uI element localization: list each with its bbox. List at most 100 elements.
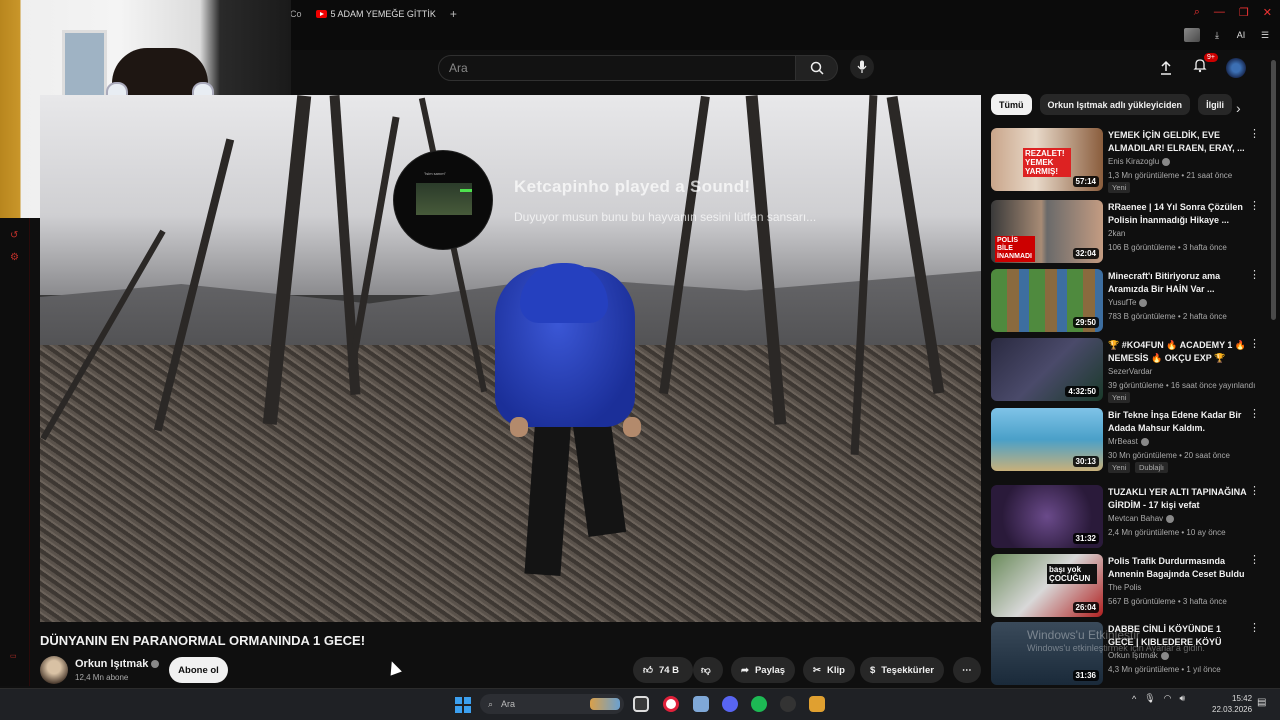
- more-vert-icon[interactable]: ⋮: [1249, 339, 1260, 350]
- video-duration: 30:13: [1072, 456, 1099, 467]
- sound-alert-thumbnail: "isim sanım": [393, 150, 493, 250]
- recommendation-channel: YusufTe: [1108, 298, 1148, 307]
- wifi-icon[interactable]: ◠: [1164, 693, 1172, 704]
- recommendation-item[interactable]: REZALET! YEMEK YARMIŞ! 57:14 YEMEK İÇİN …: [991, 128, 1261, 193]
- channel-name-text: Orkun Işıtmak: [75, 658, 149, 670]
- sound-alert-title: Ketcapinho played a Sound!: [514, 177, 751, 196]
- like-button[interactable]: 👍︎ 74 B: [633, 657, 693, 683]
- recommendation-channel: MrBeast: [1108, 437, 1149, 446]
- opera-icon[interactable]: [663, 696, 679, 712]
- new-tab-button[interactable]: +: [450, 7, 457, 21]
- chip-related[interactable]: İlgili: [1198, 94, 1233, 115]
- menu-icon[interactable]: ☰: [1258, 28, 1272, 42]
- recommendation-meta: 106 B görüntüleme • 3 hafta önce: [1108, 243, 1227, 252]
- taskbar-search[interactable]: ⌕ Ara: [480, 694, 624, 714]
- tab-prefix-fragment[interactable]: Co: [290, 9, 302, 19]
- search-icon: ⌕: [488, 698, 494, 709]
- download-icon[interactable]: ⤓: [1210, 28, 1224, 42]
- notification-center-icon[interactable]: ▤: [1257, 697, 1266, 708]
- verified-icon: [151, 660, 160, 669]
- activation-watermark-title: Windows'u Etkinleştir: [1027, 628, 1140, 642]
- volume-icon[interactable]: 🔊︎: [1180, 693, 1186, 704]
- microphone-icon[interactable]: 🎙︎: [1144, 693, 1155, 704]
- clock-time: 15:42: [1232, 694, 1253, 703]
- recommendation-title: Polis Trafik Durdurmasında Annenin Bagaj…: [1108, 556, 1245, 579]
- notifications-button[interactable]: 9+: [1192, 53, 1218, 78]
- thumbnail-text: REZALET! YEMEK YARMIŞ!: [1023, 148, 1071, 177]
- notification-badge: 9+: [1204, 53, 1218, 62]
- recommendation-item[interactable]: POLİS BİLE İNANMADI 32:04 RRaenee | 14 Y…: [991, 200, 1261, 264]
- recommendation-item[interactable]: 29:50 Minecraft'ı Bitiriyoruz ama Aramız…: [991, 269, 1261, 333]
- thanks-label: Teşekkürler: [881, 664, 934, 676]
- more-vert-icon[interactable]: ⋮: [1249, 555, 1260, 566]
- tab-strip: Co 5 ADAM YEMEĞE GİTTİK +: [290, 0, 457, 28]
- profile-thumbnail[interactable]: [1184, 28, 1200, 42]
- tab-youtube-video[interactable]: 5 ADAM YEMEĞE GİTTİK: [310, 0, 442, 28]
- thanks-button[interactable]: $ Teşekkürler: [860, 657, 944, 683]
- recommendation-title: Minecraft'ı Bitiriyoruz ama Aramızda Bir…: [1108, 271, 1221, 294]
- clip-label: Klip: [826, 664, 845, 676]
- chip-all[interactable]: Tümü: [991, 94, 1032, 115]
- clip-button[interactable]: ✂ Klip: [803, 657, 855, 683]
- channel-name[interactable]: Orkun Işıtmak: [75, 658, 160, 670]
- more-vert-icon[interactable]: ⋮: [1249, 201, 1260, 212]
- spotify-icon[interactable]: [751, 696, 767, 712]
- discord-icon[interactable]: [722, 696, 738, 712]
- rail-bottom-icon[interactable]: ▭: [10, 652, 22, 664]
- recommendation-item[interactable]: 4:32:50 🏆 #KO4FUN 🔥 ACADEMY 1 🔥 NEMESİS …: [991, 338, 1261, 403]
- more-vert-icon[interactable]: ⋮: [1249, 270, 1260, 281]
- more-vert-icon[interactable]: ⋮: [1249, 409, 1260, 420]
- subscribe-button[interactable]: Abone ol: [169, 657, 228, 683]
- system-tray: ^ 🎙︎ ◠ 🔊︎: [1132, 693, 1185, 704]
- chip-from-uploader[interactable]: Orkun Işıtmak adlı yükleyiciden: [1039, 94, 1191, 115]
- recommendation-channel: 2kan: [1108, 229, 1126, 238]
- video-thumbnail: REZALET! YEMEK YARMIŞ! 57:14: [991, 128, 1103, 191]
- search-button[interactable]: [796, 55, 838, 81]
- system-clock[interactable]: 15:42 22.03.2026: [1212, 693, 1252, 715]
- more-vert-icon[interactable]: ⋮: [1249, 486, 1260, 497]
- video-thumbnail: 4:32:50: [991, 338, 1103, 401]
- upload-icon[interactable]: [1158, 60, 1174, 76]
- search-input[interactable]: Ara: [438, 55, 796, 81]
- video-thumbnail: 29:50: [991, 269, 1103, 332]
- chevron-up-icon[interactable]: ^: [1132, 694, 1136, 704]
- minimize-icon[interactable]: —: [1214, 6, 1225, 19]
- task-view-icon[interactable]: [633, 696, 649, 712]
- new-badge: Yeni: [1108, 462, 1131, 473]
- more-vert-icon[interactable]: ⋮: [1249, 129, 1260, 140]
- obs-icon[interactable]: [780, 696, 796, 712]
- account-avatar[interactable]: [1226, 57, 1246, 78]
- video-thumbnail: POLİS BİLE İNANMADI 32:04: [991, 200, 1103, 263]
- video-player[interactable]: [40, 95, 981, 622]
- new-badge: Yeni: [1108, 182, 1131, 193]
- share-button[interactable]: ➦ Paylaş: [731, 657, 796, 683]
- ai-icon[interactable]: AI: [1234, 28, 1248, 42]
- video-duration: 31:36: [1072, 670, 1099, 681]
- settings-icon[interactable]: ⚙: [10, 252, 22, 264]
- recommendation-item[interactable]: 31:32 TUZAKLI YER ALTI TAPINAĞINA GİRDİM…: [991, 485, 1261, 549]
- game-icon[interactable]: [809, 696, 825, 712]
- channel-avatar[interactable]: [40, 656, 68, 684]
- verified-icon: [1139, 298, 1148, 307]
- tab-title: 5 ADAM YEMEĞE GİTTİK: [330, 9, 436, 19]
- new-badge: Yeni: [1108, 392, 1131, 403]
- more-vert-icon[interactable]: ⋮: [1249, 623, 1260, 634]
- recommendation-item[interactable]: 30:13 Bir Tekne İnşa Edene Kadar Bir Ada…: [991, 408, 1261, 473]
- windows-start-icon[interactable]: [455, 697, 471, 713]
- thanks-icon: $: [870, 664, 876, 676]
- left-rail: ↺ ⚙ ▭: [0, 218, 30, 686]
- dislike-button[interactable]: 👎︎: [693, 657, 723, 683]
- history-icon[interactable]: ↺: [10, 230, 22, 242]
- page-scrollbar[interactable]: [1271, 60, 1276, 320]
- app-icon[interactable]: [693, 696, 709, 712]
- recommendation-item[interactable]: başı yok ÇOCUĞUN 26:04 Polis Trafik Durd…: [991, 554, 1261, 618]
- more-actions-button[interactable]: ⋯: [953, 657, 981, 683]
- recommendation-channel: Mevtcan Bahav: [1108, 514, 1175, 523]
- maximize-icon[interactable]: ❐: [1239, 6, 1249, 19]
- search-icon[interactable]: ⌕: [1194, 6, 1200, 19]
- recommendation-meta: 783 B görüntüleme • 2 hafta önce: [1108, 312, 1227, 321]
- voice-search-button[interactable]: [850, 55, 874, 79]
- recommendation-title: TUZAKLI YER ALTI TAPINAĞINA GİRDİM - 17 …: [1108, 487, 1247, 510]
- close-icon[interactable]: ✕: [1263, 6, 1272, 19]
- chevron-right-icon[interactable]: ›: [1236, 100, 1241, 116]
